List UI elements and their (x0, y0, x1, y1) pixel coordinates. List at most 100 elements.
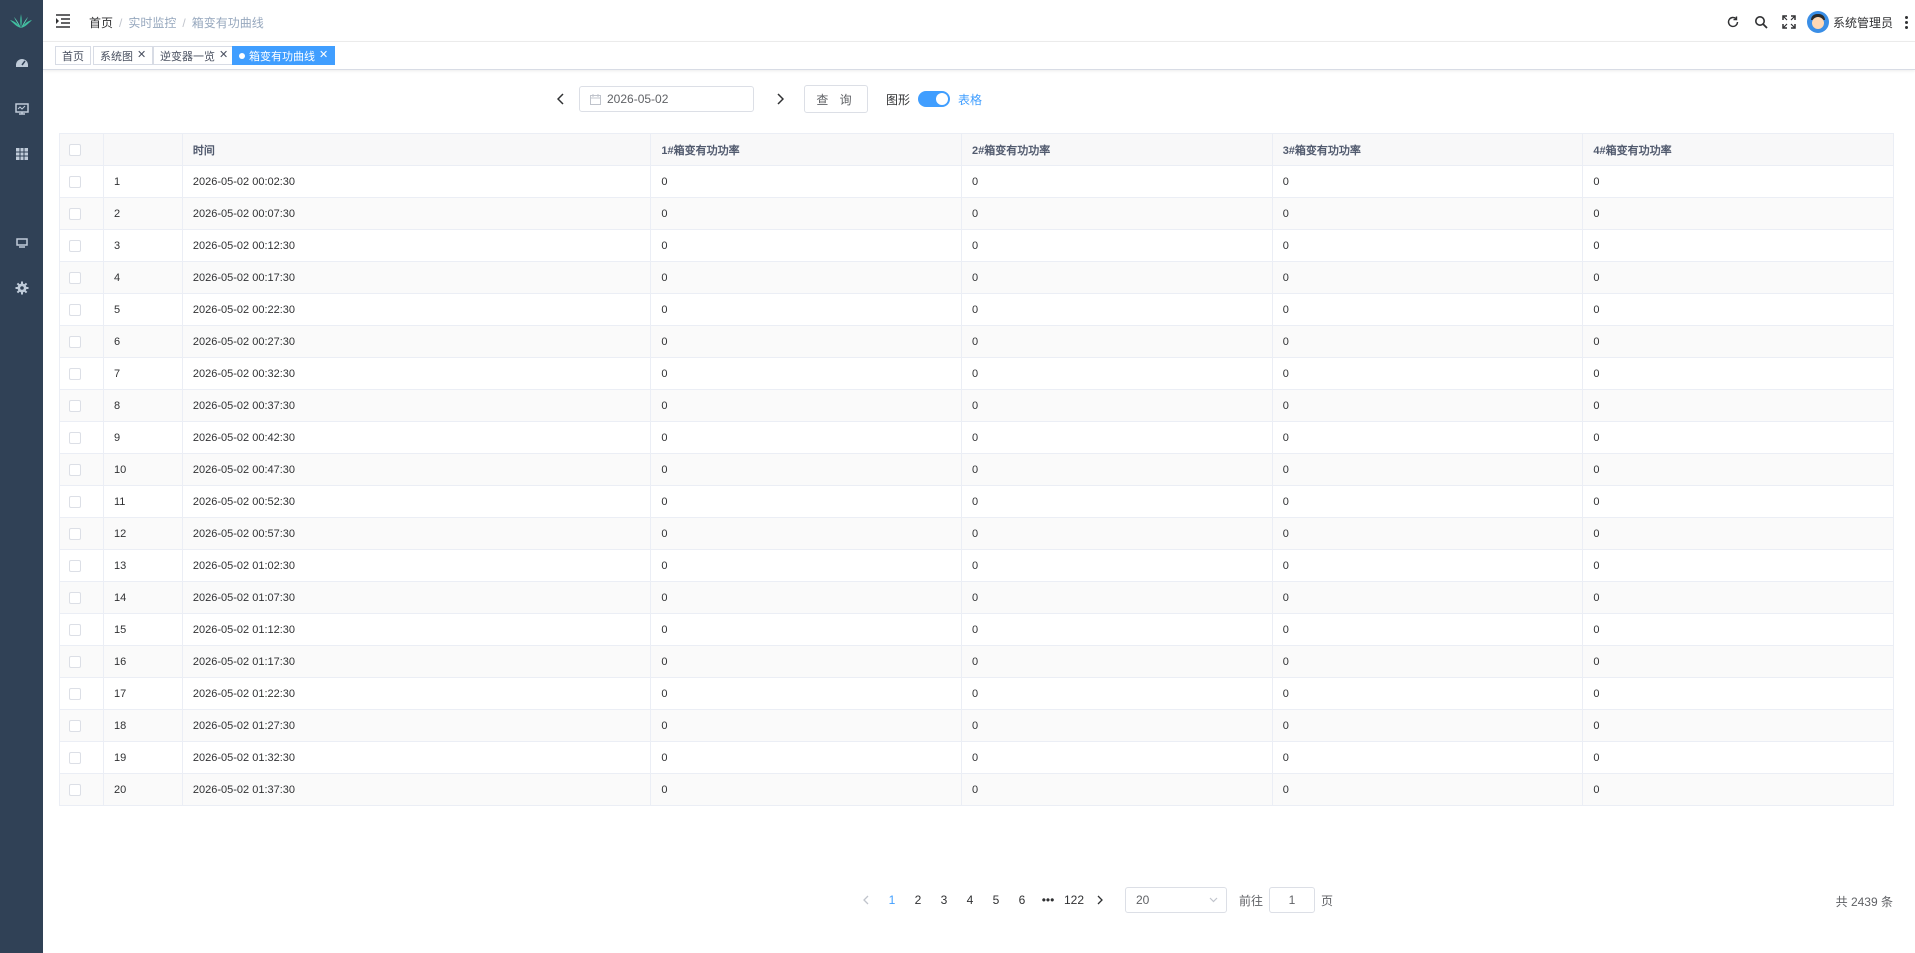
fullscreen-button[interactable] (1775, 11, 1803, 33)
sidebar-item-report[interactable] (0, 232, 43, 254)
plant-logo-icon[interactable] (8, 10, 34, 32)
page-4[interactable]: 4 (957, 889, 983, 911)
row-checkbox[interactable] (69, 527, 81, 540)
power-3-header[interactable]: 3#箱变有功功率 (1273, 134, 1584, 165)
page-last[interactable]: 122 (1061, 889, 1087, 911)
query-button[interactable]: 查 询 (804, 85, 868, 113)
row-checkbox-cell[interactable] (60, 486, 104, 517)
row-checkbox-cell[interactable] (60, 550, 104, 581)
table-row[interactable]: 12 2026-05-02 00:57:30 0 0 0 0 (60, 518, 1894, 550)
row-checkbox[interactable] (69, 271, 81, 284)
chart-view-label[interactable]: 图形 (886, 91, 910, 108)
row-checkbox-cell[interactable] (60, 614, 104, 645)
row-checkbox-cell[interactable] (60, 422, 104, 453)
row-checkbox-cell[interactable] (60, 294, 104, 325)
more-menu-icon[interactable] (1899, 11, 1913, 33)
row-checkbox[interactable] (69, 783, 81, 796)
table-row[interactable]: 2 2026-05-02 00:07:30 0 0 0 0 (60, 198, 1894, 230)
more-pages-ellipsis[interactable]: ••• (1035, 889, 1061, 911)
row-checkbox[interactable] (69, 175, 81, 188)
row-checkbox[interactable] (69, 303, 81, 316)
row-checkbox[interactable] (69, 591, 81, 604)
sidebar-item-table[interactable] (0, 143, 43, 165)
power-4-header[interactable]: 4#箱变有功功率 (1583, 134, 1894, 165)
table-row[interactable]: 9 2026-05-02 00:42:30 0 0 0 0 (60, 422, 1894, 454)
row-checkbox-cell[interactable] (60, 166, 104, 197)
row-checkbox-cell[interactable] (60, 710, 104, 741)
view-toggle-switch[interactable] (918, 91, 951, 107)
row-checkbox[interactable] (69, 399, 81, 412)
row-checkbox[interactable] (69, 431, 81, 444)
table-row[interactable]: 16 2026-05-02 01:17:30 0 0 0 0 (60, 646, 1894, 678)
row-checkbox-cell[interactable] (60, 262, 104, 293)
table-row[interactable]: 6 2026-05-02 00:27:30 0 0 0 0 (60, 326, 1894, 358)
next-page-button[interactable] (1087, 889, 1113, 911)
date-picker[interactable]: 2026-05-02 (579, 86, 754, 112)
search-button[interactable] (1747, 11, 1775, 33)
table-row[interactable]: 11 2026-05-02 00:52:30 0 0 0 0 (60, 486, 1894, 518)
table-view-label[interactable]: 表格 (958, 91, 982, 108)
table-row[interactable]: 4 2026-05-02 00:17:30 0 0 0 0 (60, 262, 1894, 294)
select-all-checkbox[interactable] (69, 143, 81, 156)
row-checkbox-cell[interactable] (60, 646, 104, 677)
hamburger-icon[interactable] (55, 14, 71, 28)
page-1[interactable]: 1 (879, 889, 905, 911)
table-row[interactable]: 18 2026-05-02 01:27:30 0 0 0 0 (60, 710, 1894, 742)
row-checkbox-cell[interactable] (60, 678, 104, 709)
table-row[interactable]: 14 2026-05-02 01:07:30 0 0 0 0 (60, 582, 1894, 614)
page-3[interactable]: 3 (931, 889, 957, 911)
table-row[interactable]: 13 2026-05-02 01:02:30 0 0 0 0 (60, 550, 1894, 582)
table-row[interactable]: 20 2026-05-02 01:37:30 0 0 0 0 (60, 774, 1894, 806)
sidebar-item-monitor[interactable] (0, 98, 43, 120)
power-1-header[interactable]: 1#箱变有功功率 (651, 134, 963, 165)
user-name[interactable]: 系统管理员 (1833, 14, 1893, 31)
power-2-header[interactable]: 2#箱变有功功率 (962, 134, 1273, 165)
goto-page-input[interactable]: 1 (1269, 887, 1316, 913)
row-checkbox-cell[interactable] (60, 358, 104, 389)
row-checkbox-cell[interactable] (60, 390, 104, 421)
row-checkbox-cell[interactable] (60, 454, 104, 485)
close-icon[interactable]: ✕ (137, 50, 146, 61)
refresh-button[interactable] (1719, 11, 1747, 33)
table-row[interactable]: 5 2026-05-02 00:22:30 0 0 0 0 (60, 294, 1894, 326)
close-icon[interactable]: ✕ (219, 50, 228, 61)
sidebar-item-dashboard[interactable] (0, 53, 43, 75)
row-checkbox-cell[interactable] (60, 326, 104, 357)
row-checkbox[interactable] (69, 623, 81, 636)
row-checkbox-cell[interactable] (60, 230, 104, 261)
tag-home[interactable]: 首页 (55, 46, 91, 65)
select-all-checkbox-cell[interactable] (60, 134, 104, 165)
tag-system-diagram[interactable]: 系统图 ✕ (93, 46, 154, 65)
row-checkbox[interactable] (69, 367, 81, 380)
row-checkbox[interactable] (69, 335, 81, 348)
avatar[interactable] (1806, 11, 1829, 33)
tag-box-transformer-curve[interactable]: 箱变有功曲线 ✕ (232, 46, 336, 65)
row-checkbox[interactable] (69, 463, 81, 476)
tag-inverter-overview[interactable]: 逆变器一览 ✕ (153, 46, 236, 65)
row-checkbox[interactable] (69, 751, 81, 764)
close-icon[interactable]: ✕ (319, 50, 328, 61)
breadcrumb-home[interactable]: 首页 (89, 14, 113, 31)
row-checkbox-cell[interactable] (60, 774, 104, 805)
page-size-select[interactable]: 20 (1125, 887, 1227, 913)
previous-day-button[interactable] (553, 88, 569, 110)
row-checkbox[interactable] (69, 687, 81, 700)
next-day-button[interactable] (772, 88, 788, 110)
table-row[interactable]: 7 2026-05-02 00:32:30 0 0 0 0 (60, 358, 1894, 390)
page-6[interactable]: 6 (1009, 889, 1035, 911)
row-checkbox-cell[interactable] (60, 198, 104, 229)
row-checkbox[interactable] (69, 207, 81, 220)
page-5[interactable]: 5 (983, 889, 1009, 911)
row-checkbox-cell[interactable] (60, 518, 104, 549)
page-2[interactable]: 2 (905, 889, 931, 911)
row-checkbox-cell[interactable] (60, 742, 104, 773)
row-checkbox[interactable] (69, 655, 81, 668)
breadcrumb-realtime-monitor[interactable]: 实时监控 (128, 14, 176, 31)
row-checkbox[interactable] (69, 239, 81, 252)
table-row[interactable]: 1 2026-05-02 00:02:30 0 0 0 0 (60, 166, 1894, 198)
table-row[interactable]: 17 2026-05-02 01:22:30 0 0 0 0 (60, 678, 1894, 710)
row-checkbox-cell[interactable] (60, 582, 104, 613)
prev-page-button[interactable] (853, 889, 879, 911)
time-header[interactable]: 时间 (183, 134, 652, 165)
table-row[interactable]: 15 2026-05-02 01:12:30 0 0 0 0 (60, 614, 1894, 646)
